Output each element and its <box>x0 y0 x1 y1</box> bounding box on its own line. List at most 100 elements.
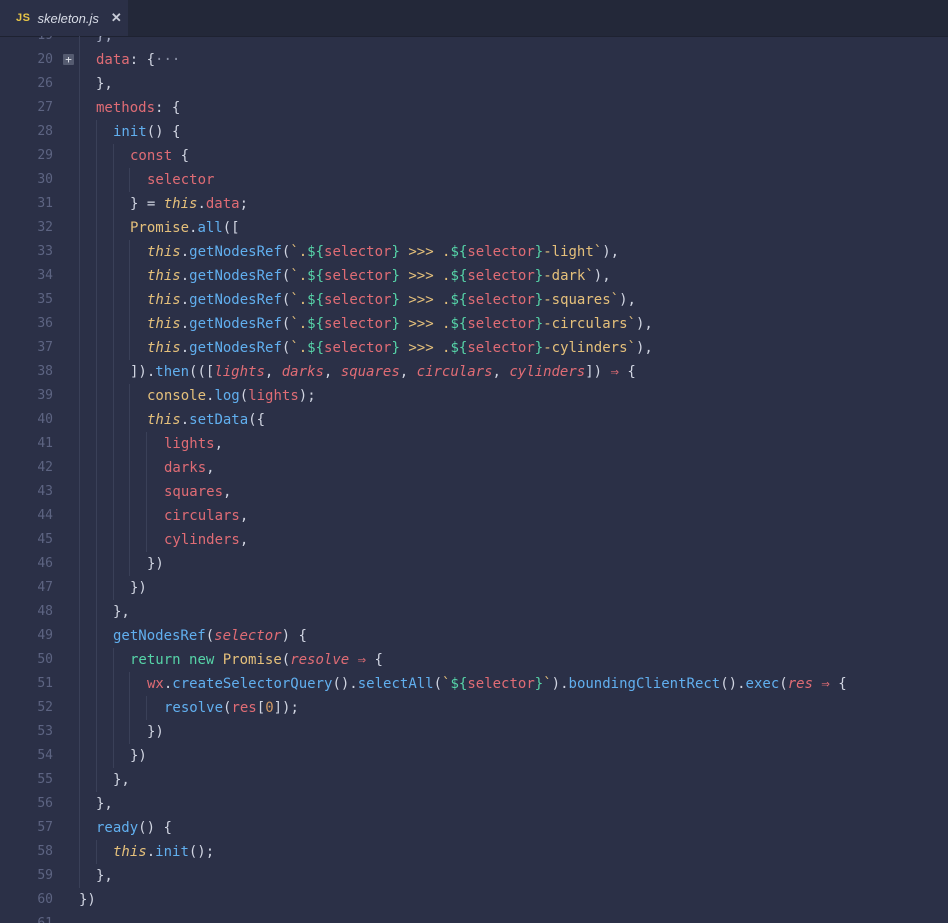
code-line[interactable]: 35 this.getNodesRef(`.${selector} >>> .${… <box>0 288 948 312</box>
code-line[interactable]: 19}, <box>0 36 948 48</box>
code-line[interactable]: 33 this.getNodesRef(`.${selector} >>> .${… <box>0 240 948 264</box>
code-token: }, <box>96 796 113 812</box>
code-line[interactable]: 54}) <box>0 744 948 768</box>
code-text: this.getNodesRef(`.${selector} >>> .${se… <box>147 264 611 288</box>
code-line[interactable]: 36 this.getNodesRef(`.${selector} >>> .${… <box>0 312 948 336</box>
expand-fold-icon[interactable]: + <box>63 54 74 65</box>
code-line[interactable]: 30 selector <box>0 168 948 192</box>
code-token: } <box>391 244 400 260</box>
code-token: ; <box>239 196 249 212</box>
code-line[interactable]: 51 wx.createSelectorQuery().selectAll(`${… <box>0 672 948 696</box>
code-line[interactable]: 46}) <box>0 552 948 576</box>
code-token: selector <box>214 628 282 644</box>
close-icon[interactable]: ✕ <box>111 10 122 26</box>
code-token: exec <box>745 676 780 692</box>
code-token: ⇒ <box>821 676 830 692</box>
line-number: 35 <box>37 292 53 307</box>
code-token: >>> . <box>399 292 451 308</box>
code-token: `. <box>290 292 308 308</box>
code-text: }, <box>113 768 130 792</box>
line-number: 32 <box>37 220 53 235</box>
code-token: ${ <box>450 676 468 692</box>
code-token: }) <box>79 892 96 908</box>
code-token: darks <box>281 364 324 380</box>
code-text: this.getNodesRef(`.${selector} >>> .${se… <box>147 240 619 264</box>
code-line[interactable]: 40 this.setData({ <box>0 408 948 432</box>
code-token: this <box>147 292 181 308</box>
code-line[interactable]: 34 this.getNodesRef(`.${selector} >>> .${… <box>0 264 948 288</box>
code-text: }, <box>113 600 130 624</box>
code-line[interactable]: 41 lights, <box>0 432 948 456</box>
code-token: `. <box>290 244 308 260</box>
code-line[interactable]: 58 this.init(); <box>0 840 948 864</box>
code-token: ${ <box>450 244 468 260</box>
code-token: } <box>534 292 544 308</box>
tab-skeleton-js[interactable]: JS skeleton.js ✕ <box>0 0 128 36</box>
code-token: `. <box>290 316 308 332</box>
javascript-file-icon: JS <box>16 12 31 24</box>
code-line[interactable]: 55}, <box>0 768 948 792</box>
code-token: . <box>197 196 206 212</box>
code-token: res <box>231 700 257 716</box>
code-token: ${ <box>307 268 325 284</box>
code-line[interactable]: 47}) <box>0 576 948 600</box>
code-line[interactable]: 38]).then(([lights, darks, squares, circ… <box>0 360 948 384</box>
code-line[interactable]: 56}, <box>0 792 948 816</box>
code-line[interactable]: 27 methods: { <box>0 96 948 120</box>
code-token: , <box>264 364 282 380</box>
code-line[interactable]: 28 init() { <box>0 120 948 144</box>
code-token: ··· <box>155 52 181 68</box>
code-line[interactable]: 60}) <box>0 888 948 912</box>
code-line[interactable]: 53}) <box>0 720 948 744</box>
code-line[interactable]: 61 <box>0 912 948 923</box>
code-token: ( <box>239 388 249 404</box>
code-line[interactable]: 44 circulars, <box>0 504 948 528</box>
code-text: const { <box>130 144 189 168</box>
code-line[interactable]: 39 console.log(lights); <box>0 384 948 408</box>
code-line[interactable]: 20 + data: {··· <box>0 48 948 72</box>
code-line[interactable]: 52 resolve(res[0]); <box>0 696 948 720</box>
code-line[interactable]: 29 const { <box>0 144 948 168</box>
line-number: 41 <box>37 436 53 451</box>
code-line[interactable]: 42 darks, <box>0 456 948 480</box>
code-text: squares, <box>164 480 231 504</box>
line-number: 29 <box>37 148 53 163</box>
code-line[interactable]: 37 this.getNodesRef(`.${selector} >>> .${… <box>0 336 948 360</box>
code-token: { <box>829 676 847 692</box>
code-line[interactable]: 48}, <box>0 600 948 624</box>
code-token: selector <box>467 316 535 332</box>
code-line[interactable]: 32 Promise.all([ <box>0 216 948 240</box>
code-token: { <box>618 364 636 380</box>
code-line[interactable]: 26}, <box>0 72 948 96</box>
code-token: -squares` <box>543 292 620 308</box>
code-line[interactable]: 45 cylinders, <box>0 528 948 552</box>
code-token: ${ <box>450 316 468 332</box>
code-text: this.getNodesRef(`.${selector} >>> .${se… <box>147 312 653 336</box>
code-text: Promise.all([ <box>130 216 240 240</box>
code-line[interactable]: 31} = this.data; <box>0 192 948 216</box>
code-token: this <box>147 316 181 332</box>
code-text: ready() { <box>96 816 172 840</box>
code-line[interactable]: 50 return new Promise(resolve ⇒ { <box>0 648 948 672</box>
line-number: 43 <box>37 484 53 499</box>
code-token: ${ <box>307 292 325 308</box>
code-text: }) <box>130 576 147 600</box>
code-line[interactable]: 57 ready() { <box>0 816 948 840</box>
code-line[interactable]: 43 squares, <box>0 480 948 504</box>
code-token: ${ <box>450 292 468 308</box>
code-token: ${ <box>307 340 325 356</box>
code-line[interactable]: 59}, <box>0 864 948 888</box>
code-token: ), <box>619 292 636 308</box>
code-token: >>> . <box>399 316 451 332</box>
line-number: 54 <box>37 748 53 763</box>
code-token: selector <box>324 316 392 332</box>
code-text: cylinders, <box>164 528 248 552</box>
code-line[interactable]: 49 getNodesRef(selector) { <box>0 624 948 648</box>
code-text: } = this.data; <box>130 192 248 216</box>
code-token: new <box>189 652 215 668</box>
code-token: lights <box>248 388 299 404</box>
code-token: createSelectorQuery <box>172 676 333 692</box>
code-editor[interactable]: 19},20+data: {···26},27methods: {28init(… <box>0 36 948 923</box>
code-token: all <box>197 220 223 236</box>
